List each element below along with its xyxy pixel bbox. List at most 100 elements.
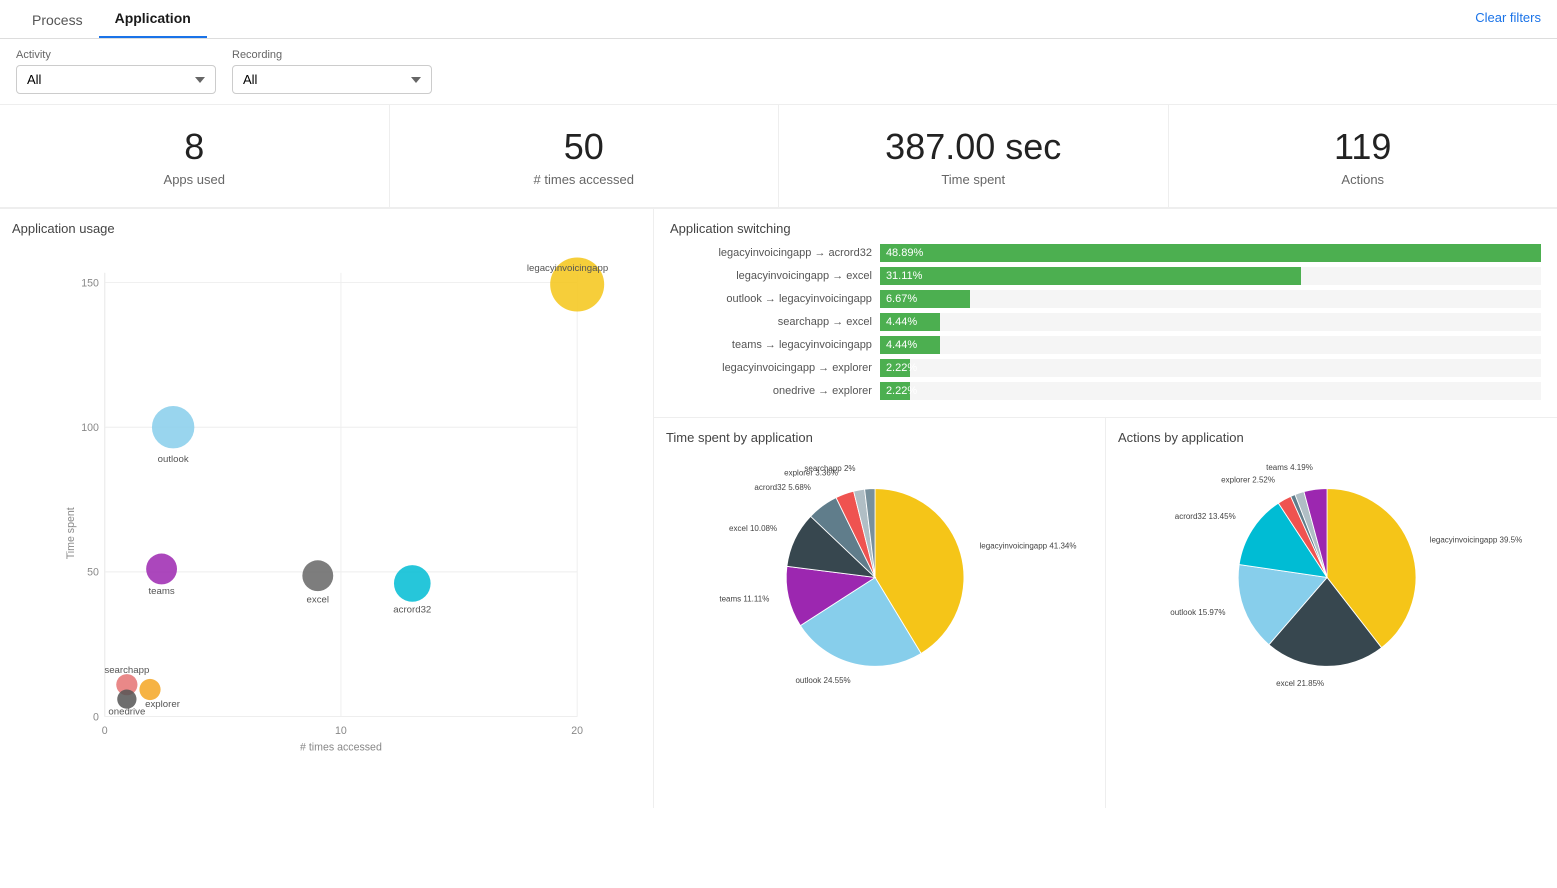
filters-row: Activity All Recording All [0, 39, 1557, 105]
activity-filter-select[interactable]: All [16, 65, 216, 94]
clear-filters-button[interactable]: Clear filters [1475, 10, 1541, 25]
actions-chart-section: Actions by application legacyinvoicingap… [1106, 418, 1557, 808]
switching-bar-fill: 2.22% [880, 382, 910, 400]
svg-text:0: 0 [93, 712, 99, 724]
time-spent-chart-title: Time spent by application [666, 430, 1093, 445]
switching-bar-row: onedrive → explorer2.22% [670, 382, 1541, 400]
switching-bar-fill: 2.22% [880, 359, 910, 377]
actions-chart-title: Actions by application [1118, 430, 1545, 445]
switching-bar-track: 4.44% [880, 313, 1541, 331]
switching-bar-fill: 6.67% [880, 290, 970, 308]
activity-filter-group: Activity All [16, 49, 216, 94]
svg-text:50: 50 [87, 567, 99, 579]
switching-bar-label: legacyinvoicingapp → excel [670, 270, 880, 282]
switching-bar-label: onedrive → explorer [670, 385, 880, 397]
pie-label: acrord32 5.68% [754, 483, 810, 492]
svg-text:acrord32: acrord32 [393, 605, 431, 616]
pie-label: legacyinvoicingapp 39.5% [1430, 536, 1523, 545]
stat-actions-label: Actions [1189, 172, 1538, 187]
switching-bar-pct: 4.44% [886, 316, 917, 328]
tab-bar: Process Application Clear filters [0, 0, 1557, 39]
switching-bar-row: teams → legacyinvoicingapp 4.44% [670, 336, 1541, 354]
scatter-panel: Application usage Time spent 0 50 100 15… [0, 209, 654, 808]
svg-text:0: 0 [102, 725, 108, 737]
stat-times-accessed: 50 # times accessed [390, 105, 780, 207]
tab-process[interactable]: Process [16, 2, 99, 38]
svg-text:10: 10 [335, 725, 347, 737]
switching-bar-label: legacyinvoicingapp → acrord32 [670, 247, 880, 259]
pie-label: outlook 24.55% [795, 676, 850, 685]
pie-label: excel 10.08% [729, 524, 777, 533]
switching-bar-fill: 31.11% [880, 267, 1301, 285]
actions-pie-chart: legacyinvoicingapp 39.5% excel 21.85% outl… [1118, 453, 1545, 693]
scatter-chart: Time spent 0 50 100 150 0 10 20 # times … [12, 244, 641, 784]
svg-text:teams: teams [148, 586, 174, 597]
switching-bar-row: legacyinvoicingapp → explorer2.22% [670, 359, 1541, 377]
activity-filter-label: Activity [16, 49, 216, 61]
switching-bars: legacyinvoicingapp → acrord3248.89%legac… [670, 244, 1541, 400]
recording-filter-group: Recording All [232, 49, 432, 94]
switching-bar-label: outlook → legacyinvoicingapp [670, 293, 880, 305]
svg-text:excel: excel [307, 595, 329, 606]
switching-bar-fill: 4.44% [880, 336, 940, 354]
switching-bar-pct: 2.22% [886, 362, 917, 374]
stats-row: 8 Apps used 50 # times accessed 387.00 s… [0, 105, 1557, 208]
svg-text:explorer: explorer [145, 699, 181, 710]
pie-label: acrord32 13.45% [1175, 512, 1236, 521]
switching-bar-track: 4.44% [880, 336, 1541, 354]
switching-bar-fill: 48.89% [880, 244, 1541, 262]
svg-text:outlook: outlook [158, 454, 189, 465]
stat-time-spent-label: Time spent [799, 172, 1148, 187]
stat-apps-used-value: 8 [20, 125, 369, 168]
svg-text:# times accessed: # times accessed [300, 741, 382, 753]
switching-bar-pct: 4.44% [886, 339, 917, 351]
switching-bar-label: searchapp → excel [670, 316, 880, 328]
pie-label: outlook 15.97% [1170, 608, 1225, 617]
switching-bar-track: 2.22% [880, 359, 1541, 377]
svg-text:legacyinvoicingapp: legacyinvoicingapp [527, 263, 608, 274]
stat-time-spent: 387.00 sec Time spent [779, 105, 1169, 207]
recording-filter-select[interactable]: All [232, 65, 432, 94]
stat-times-accessed-label: # times accessed [410, 172, 759, 187]
switching-bar-row: legacyinvoicingapp → acrord32 48.89% [670, 244, 1541, 262]
svg-text:150: 150 [81, 278, 99, 290]
switching-bar-pct: 6.67% [886, 293, 917, 305]
pie-label: teams 11.11% [719, 595, 769, 604]
switching-bar-label: legacyinvoicingapp → explorer [670, 362, 880, 374]
stat-times-accessed-value: 50 [410, 125, 759, 168]
recording-filter-label: Recording [232, 49, 432, 61]
switching-bar-fill: 4.44% [880, 313, 940, 331]
switching-bar-pct: 31.11% [886, 270, 923, 282]
stat-apps-used-label: Apps used [20, 172, 369, 187]
svg-text:20: 20 [571, 725, 583, 737]
stat-time-spent-value: 387.00 sec [799, 125, 1148, 168]
switching-bar-pct: 48.89% [886, 247, 923, 259]
scatter-title: Application usage [12, 221, 641, 236]
right-panel: Application switching legacyinvoicingapp… [654, 209, 1557, 808]
switching-section: Application switching legacyinvoicingapp… [654, 209, 1557, 418]
stat-apps-used: 8 Apps used [0, 105, 390, 207]
time-spent-chart-section: Time spent by application legacyinvoicin… [654, 418, 1106, 808]
switching-bar-track: 2.22% [880, 382, 1541, 400]
switching-bar-label: teams → legacyinvoicingapp [670, 339, 880, 351]
time-spent-pie-chart: legacyinvoicingapp 41.34% outlook 24.55% t… [666, 453, 1093, 693]
pie-label: teams 4.19% [1266, 463, 1313, 472]
bottom-charts: Time spent by application legacyinvoicin… [654, 418, 1557, 808]
pie-label: explorer 2.52% [1221, 476, 1275, 485]
svg-text:onedrive: onedrive [108, 707, 145, 718]
switching-bar-track: 48.89% [880, 244, 1541, 262]
pie-label: excel 21.85% [1276, 679, 1324, 688]
switching-bar-row: outlook → legacyinvoicingapp 6.67% [670, 290, 1541, 308]
tab-application[interactable]: Application [99, 0, 207, 38]
stat-actions: 119 Actions [1169, 105, 1557, 207]
svg-text:100: 100 [81, 422, 99, 434]
pie-label: legacyinvoicingapp 41.34% [979, 541, 1076, 550]
pie-label: searchapp 2% [804, 464, 855, 473]
svg-text:Time spent: Time spent [65, 507, 77, 559]
switching-bar-row: legacyinvoicingapp → excel 31.11% [670, 267, 1541, 285]
switching-bar-track: 6.67% [880, 290, 1541, 308]
switching-bar-track: 31.11% [880, 267, 1541, 285]
stat-actions-value: 119 [1189, 125, 1538, 168]
switching-title: Application switching [670, 221, 1541, 236]
switching-bar-pct: 2.22% [886, 385, 917, 397]
